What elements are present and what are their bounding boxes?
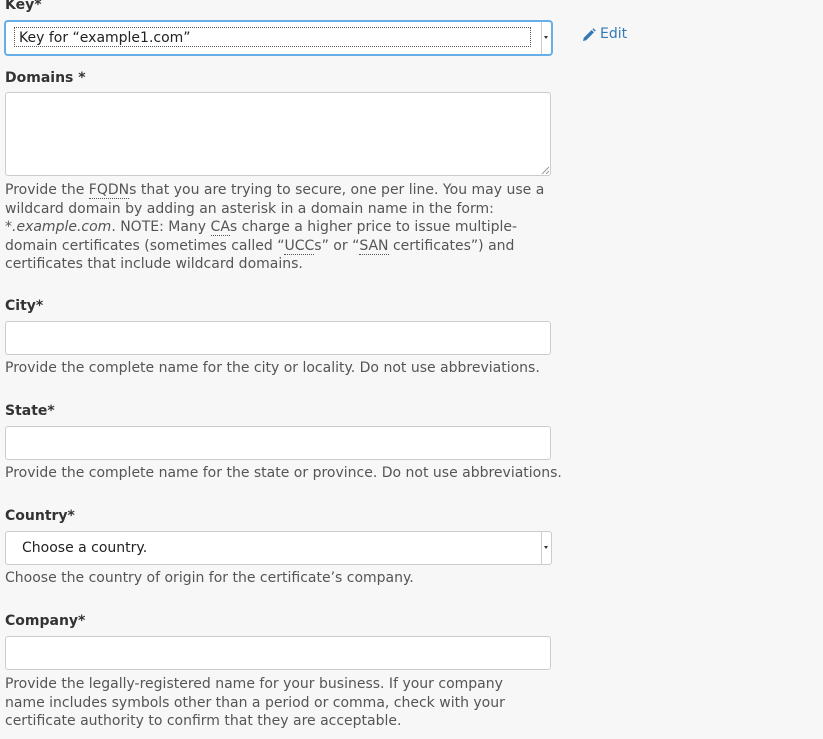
dropdown-arrow-icon xyxy=(541,532,551,564)
state-label: State* xyxy=(5,403,55,419)
edit-key-link[interactable]: Edit xyxy=(582,26,627,43)
state-input[interactable] xyxy=(5,426,551,460)
company-help: Provide the legally-registered name for … xyxy=(5,676,505,729)
certificate-form: Key* Key for “example1.com” Edit Domains… xyxy=(0,0,823,739)
fqdn-abbr: FQDN xyxy=(88,182,130,199)
state-help: Provide the complete name for the state … xyxy=(5,465,562,481)
domains-help: Provide the FQDNs that you are trying to… xyxy=(5,182,545,272)
city-label: City* xyxy=(5,298,44,314)
edit-link-label: Edit xyxy=(600,26,628,42)
company-input[interactable] xyxy=(5,636,551,670)
ucc-abbr: UCC xyxy=(284,237,315,255)
key-select-value: Key for “example1.com” xyxy=(19,30,191,46)
domains-textarea[interactable] xyxy=(5,92,551,176)
key-label: Key* xyxy=(5,0,42,13)
pencil-icon xyxy=(583,27,596,41)
city-help: Provide the complete name for the city o… xyxy=(5,360,540,376)
dropdown-arrow-icon xyxy=(541,22,551,54)
san-abbr: SAN xyxy=(359,237,389,255)
domains-label: Domains * xyxy=(5,70,86,86)
city-input[interactable] xyxy=(5,321,551,355)
ca-abbr: CA xyxy=(210,219,230,236)
country-select-value: Choose a country. xyxy=(22,540,148,556)
country-label: Country* xyxy=(5,508,75,524)
key-select[interactable]: Key for “example1.com” xyxy=(5,21,552,55)
wildcard-example: *.example.com xyxy=(5,219,112,235)
country-help: Choose the country of origin for the cer… xyxy=(5,570,414,586)
company-label: Company* xyxy=(5,613,86,629)
resize-grip-icon[interactable] xyxy=(541,166,549,174)
country-select[interactable]: Choose a country. xyxy=(5,531,552,565)
